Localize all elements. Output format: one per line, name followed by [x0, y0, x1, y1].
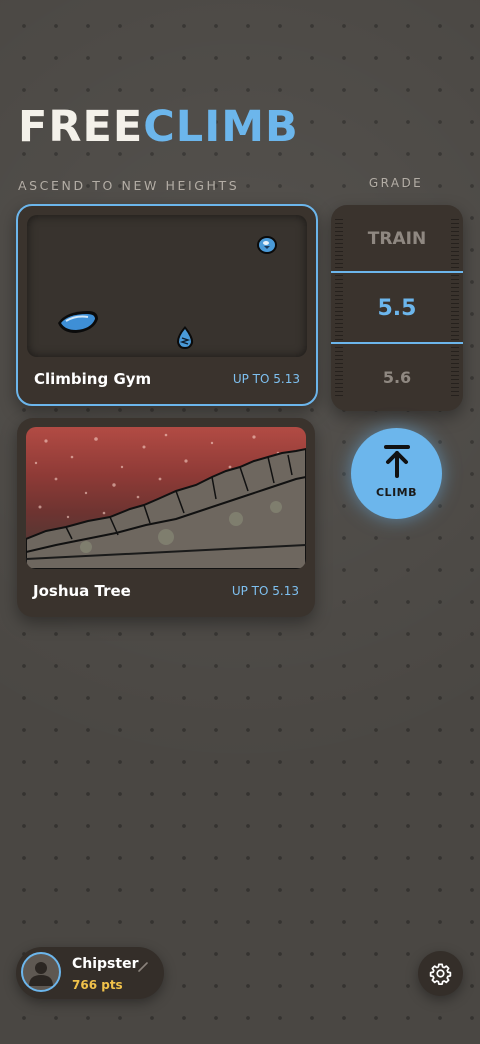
climbing-gym-image	[27, 215, 307, 357]
climb-button[interactable]: CLIMB	[351, 428, 442, 519]
location-name: Climbing Gym	[34, 370, 152, 388]
logo-climb: CLIMB	[143, 102, 299, 152]
user-avatar-icon	[21, 952, 61, 992]
location-grade-range: UP TO 5.13	[231, 584, 299, 598]
tagline: ASCEND TO NEW HEIGHTS	[18, 178, 240, 193]
settings-button[interactable]	[418, 951, 463, 996]
grade-picker[interactable]: TRAIN 5.5 5.6	[331, 205, 463, 411]
grade-label: GRADE	[368, 176, 424, 190]
user-points: 766 pts	[72, 978, 123, 992]
pencil-icon[interactable]	[137, 958, 149, 977]
profile-pill[interactable]: Chipster 766 pts	[16, 947, 164, 999]
arrow-up-to-line-icon	[384, 445, 410, 478]
grade-option[interactable]: 5.6	[331, 368, 463, 387]
username: Chipster	[72, 956, 139, 972]
logo-free: FREE	[18, 102, 144, 152]
location-grade-range: UP TO 5.13	[232, 372, 300, 386]
gear-icon	[429, 963, 452, 985]
joshua-tree-image	[26, 427, 306, 569]
grade-option[interactable]: TRAIN	[331, 229, 463, 249]
location-card-joshua-tree[interactable]: Joshua Tree UP TO 5.13	[17, 418, 315, 617]
grade-selection-line-top	[331, 271, 463, 273]
location-card-climbing-gym[interactable]: Climbing Gym UP TO 5.13	[16, 204, 318, 406]
grade-option-selected[interactable]: 5.5	[331, 296, 463, 321]
climb-button-label: CLIMB	[375, 486, 417, 499]
location-name: Joshua Tree	[33, 582, 131, 600]
app-logo: FREECLIMB	[18, 102, 299, 152]
grade-selection-line-bottom	[331, 342, 463, 344]
